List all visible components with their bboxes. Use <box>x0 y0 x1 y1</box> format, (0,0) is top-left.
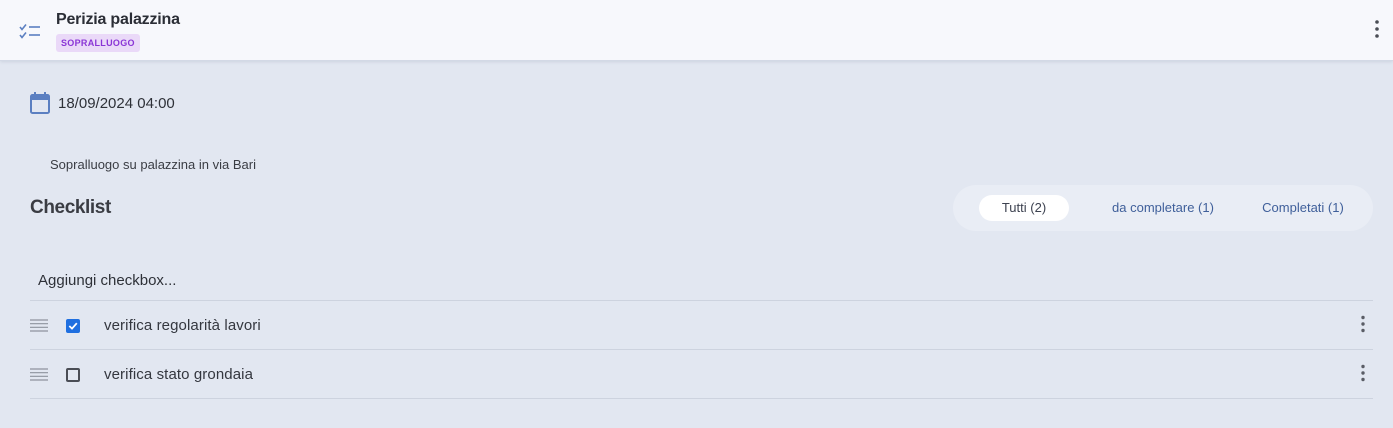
top-bar: Perizia palazzina SOPRALLUOGO <box>0 0 1393 61</box>
calendar-icon <box>30 92 50 114</box>
checklist-item: verifica stato grondaia <box>30 350 1373 398</box>
checkmark-icon <box>68 322 78 330</box>
checklist-icon <box>19 24 40 39</box>
more-vertical-icon[interactable] <box>1372 19 1382 39</box>
drag-handle-icon[interactable] <box>30 319 48 332</box>
item-label: verifica regolarità lavori <box>104 317 261 334</box>
more-vertical-icon[interactable] <box>1358 364 1368 382</box>
drag-handle-icon[interactable] <box>30 368 48 381</box>
filter-tab-all[interactable]: Tutti (2) <box>979 195 1069 221</box>
item-checkbox[interactable] <box>66 319 80 333</box>
more-vertical-icon[interactable] <box>1358 315 1368 333</box>
checklist-filter-tabs: Tutti (2) da completare (1) Completati (… <box>953 185 1373 231</box>
item-checkbox[interactable] <box>66 368 80 382</box>
date-row: 18/09/2024 04:00 <box>29 90 175 116</box>
event-date: 18/09/2024 04:00 <box>58 94 175 112</box>
description-text: Sopralluogo su palazzina in via Bari <box>50 157 256 172</box>
item-label: verifica stato grondaia <box>104 366 254 383</box>
divider <box>30 398 1373 399</box>
add-checkbox-input[interactable] <box>30 260 1373 300</box>
filter-tab-completed[interactable]: Completati (1) <box>1249 195 1357 221</box>
category-badge: SOPRALLUOGO <box>56 34 140 52</box>
filter-tab-to-complete[interactable]: da completare (1) <box>1099 195 1227 221</box>
page-title: Perizia palazzina <box>56 11 180 28</box>
checklist-title: Checklist <box>30 197 111 218</box>
checklist-item: verifica regolarità lavori <box>30 301 1373 349</box>
